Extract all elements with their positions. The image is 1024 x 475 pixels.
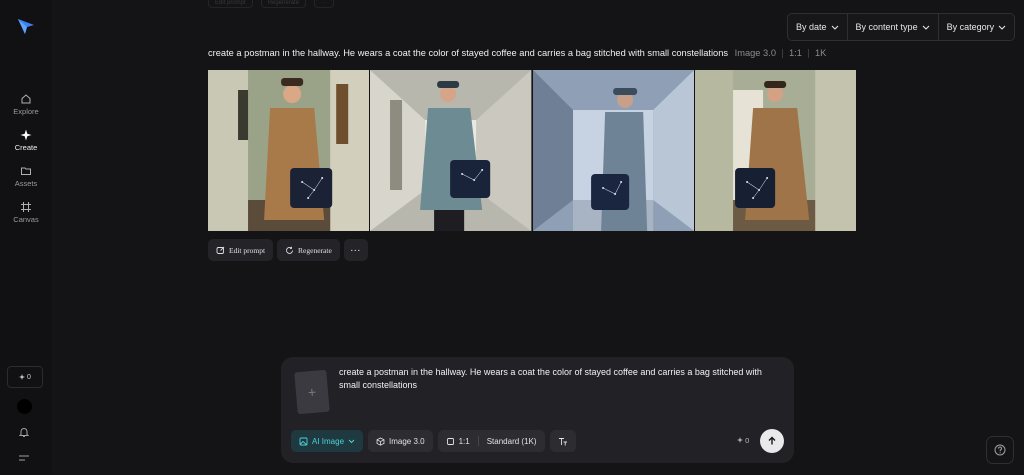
arrow-up-icon (768, 436, 776, 445)
sidebar-item-explore[interactable]: Explore (0, 93, 52, 116)
generated-images (208, 70, 856, 231)
prompt-text: create a postman in the hallway. He wear… (208, 48, 729, 58)
prompt-composer: + create a postman in the hallway. He we… (281, 357, 794, 463)
edit-prompt-button-faded[interactable]: Edit prompt (208, 0, 253, 8)
sidebar: Explore Create Assets Canvas 0 (0, 0, 52, 475)
sidebar-item-label: Canvas (13, 215, 39, 224)
help-button[interactable] (986, 436, 1014, 464)
generation-meta: Image 3.0 1:1 1K (734, 48, 827, 59)
sidebar-item-label: Assets (14, 179, 38, 188)
bell-icon[interactable] (18, 426, 30, 438)
send-button[interactable] (760, 429, 784, 453)
chevron-down-icon (348, 439, 355, 443)
more-button-faded[interactable]: ··· (314, 0, 335, 8)
mode-label: AI Image (312, 436, 345, 446)
square-icon (446, 437, 454, 445)
edit-prompt-button[interactable]: Edit prompt (208, 239, 274, 261)
folder-icon (21, 167, 31, 175)
sidebar-item-canvas[interactable]: Canvas (0, 201, 52, 224)
menu-icon[interactable] (18, 453, 30, 463)
mode-selector[interactable]: AI Image (291, 430, 364, 452)
chevron-down-icon (831, 25, 838, 30)
composer-controls: AI Image Image 3.0 1:1 Standard (1K) (291, 430, 576, 452)
generation-prompt: create a postman in the hallway. He wear… (208, 48, 827, 59)
sidebar-item-create[interactable]: Create (0, 129, 52, 152)
meta-model: Image 3.0 (734, 48, 776, 58)
cost-value: 0 (745, 436, 750, 445)
filter-by-content-type[interactable]: By content type (846, 14, 938, 40)
filter-by-category[interactable]: By category (937, 14, 1015, 40)
meta-ratio: 1:1 (789, 48, 802, 58)
canvas-icon (21, 202, 31, 212)
filter-label: By category (946, 22, 995, 32)
generated-image[interactable] (694, 70, 856, 231)
sparkle-icon (19, 374, 26, 380)
ratio-label: 1:1 (458, 436, 470, 446)
prompt-input[interactable]: create a postman in the hallway. He wear… (339, 366, 784, 392)
meta-resolution: 1K (814, 48, 827, 58)
text-style-icon (558, 437, 567, 445)
edit-prompt-label: Edit prompt (229, 245, 266, 255)
filter-bar: By date By content type By category (787, 13, 1016, 41)
regenerate-button-faded[interactable]: Regenerate (260, 0, 307, 8)
add-reference-image-button[interactable]: + (294, 369, 330, 415)
generated-image[interactable] (532, 70, 694, 231)
image-icon (299, 437, 308, 445)
help-icon (994, 444, 1006, 456)
cube-icon (376, 437, 385, 446)
avatar[interactable] (17, 399, 32, 414)
plus-icon: + (307, 383, 317, 401)
refresh-icon (286, 246, 293, 254)
credit-cost: 0 (737, 436, 749, 445)
more-icon: ··· (350, 245, 362, 255)
sparkle-icon (737, 437, 743, 443)
filter-label: By date (796, 22, 827, 32)
model-label: Image 3.0 (389, 436, 425, 446)
ratio-quality-selector[interactable]: 1:1 Standard (1K) (437, 430, 545, 452)
sidebar-item-assets[interactable]: Assets (0, 165, 52, 188)
more-options-button[interactable]: ··· (343, 239, 369, 261)
sidebar-item-label: Explore (13, 107, 39, 116)
logo-icon[interactable] (16, 16, 36, 36)
filter-by-date[interactable]: By date (788, 14, 847, 40)
sparkle-icon (20, 129, 32, 141)
credits-badge[interactable]: 0 (7, 366, 43, 388)
chevron-down-icon (922, 25, 929, 30)
text-format-button[interactable] (549, 430, 576, 452)
edit-icon (216, 246, 225, 254)
regenerate-label: Regenerate (298, 245, 332, 255)
filter-label: By content type (855, 22, 918, 32)
model-selector[interactable]: Image 3.0 (368, 430, 433, 452)
result-actions: Edit prompt Regenerate ··· (208, 239, 369, 261)
sidebar-item-label: Create (14, 143, 38, 152)
generated-image[interactable] (208, 70, 370, 231)
previous-actions-faded: Edit prompt Regenerate ··· (208, 0, 335, 8)
credits-count: 0 (27, 373, 31, 381)
regenerate-button[interactable]: Regenerate (277, 239, 340, 261)
chevron-down-icon (998, 25, 1006, 30)
generated-image[interactable] (370, 70, 532, 231)
quality-label: Standard (1K) (486, 436, 537, 446)
home-icon (21, 94, 31, 104)
